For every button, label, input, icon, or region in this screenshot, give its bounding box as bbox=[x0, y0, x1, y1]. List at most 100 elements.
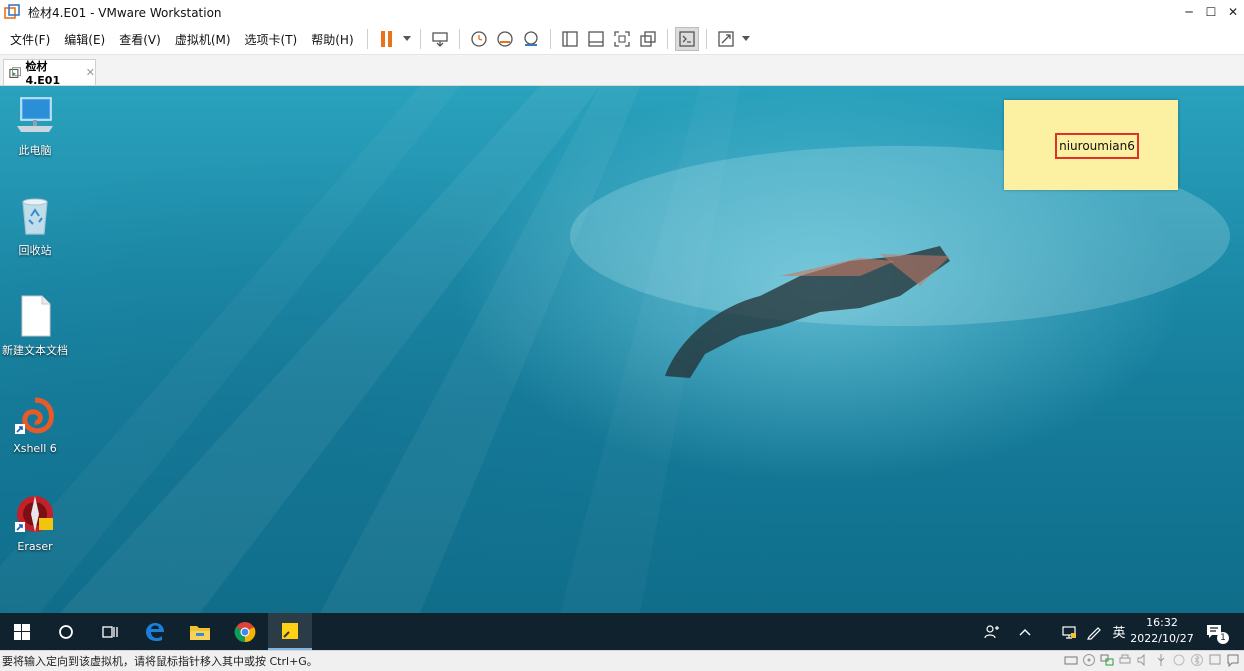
action-center-button[interactable]: 1 bbox=[1200, 613, 1230, 650]
cd-dvd-icon[interactable] bbox=[1082, 653, 1096, 667]
stretch-guest-button[interactable] bbox=[714, 27, 738, 51]
clock-date: 2022/10/27 bbox=[1130, 632, 1194, 645]
snapshot-manager-icon bbox=[523, 31, 538, 46]
vm-tab-icon bbox=[9, 66, 21, 78]
printer-icon[interactable] bbox=[1118, 653, 1132, 667]
display-icon[interactable] bbox=[1208, 653, 1222, 667]
send-ctrl-alt-del-button[interactable] bbox=[428, 27, 452, 51]
recycle-bin-icon bbox=[22, 198, 48, 235]
minimize-button[interactable]: ─ bbox=[1178, 0, 1200, 24]
thumbnail-bar-icon bbox=[587, 31, 604, 47]
pause-icon bbox=[380, 31, 392, 47]
taskbar-file-explorer[interactable] bbox=[178, 613, 222, 650]
library-panel-icon bbox=[561, 31, 578, 47]
file-explorer-icon bbox=[190, 625, 210, 640]
tab-close-icon[interactable]: ✕ bbox=[86, 66, 95, 79]
snapshot-clock-icon bbox=[470, 31, 487, 47]
chrome-icon bbox=[234, 621, 256, 642]
unity-button[interactable] bbox=[636, 27, 660, 51]
snapshot-button[interactable] bbox=[467, 27, 491, 51]
toolbar-separator bbox=[458, 29, 460, 49]
sound-card-icon[interactable] bbox=[1136, 653, 1150, 667]
console-icon bbox=[678, 31, 695, 47]
tray-ime-indicator[interactable]: 英 bbox=[1108, 613, 1130, 650]
unity-icon bbox=[639, 31, 656, 47]
guest-desktop[interactable]: 此电脑 回收站 新建文本文档 Xshell 6 Eraser niuroumia… bbox=[0, 86, 1244, 613]
tab-label: 检材4.E01 bbox=[25, 60, 61, 87]
chevron-up-icon bbox=[1019, 628, 1031, 635]
full-screen-button[interactable] bbox=[610, 27, 634, 51]
message-log-icon[interactable] bbox=[1226, 653, 1240, 668]
chevron-down-icon bbox=[402, 36, 411, 41]
people-icon bbox=[984, 624, 999, 638]
toolbar-separator bbox=[419, 29, 421, 49]
eraser-icon bbox=[15, 496, 53, 532]
tray-overflow-button[interactable] bbox=[1014, 613, 1036, 650]
status-message: 要将输入定向到该虚拟机，请将鼠标指针移入其中或按 Ctrl+G。 bbox=[2, 655, 318, 668]
desktop-icon-label: 此电脑 bbox=[18, 144, 52, 157]
bluetooth-icon[interactable] bbox=[1190, 653, 1204, 667]
network-adapter-icon[interactable] bbox=[1100, 653, 1114, 667]
desktop-icon-new-text-document[interactable]: 新建文本文档 bbox=[0, 294, 70, 358]
menu-vm[interactable]: 虚拟机(M) bbox=[168, 24, 238, 54]
hard-disk-icon[interactable] bbox=[1064, 653, 1078, 667]
toolbar-separator bbox=[666, 29, 668, 49]
pen-icon bbox=[1087, 626, 1101, 640]
camera-icon[interactable] bbox=[1172, 653, 1186, 667]
stretch-dropdown-button[interactable] bbox=[740, 27, 752, 51]
sticky-note-text[interactable]: niuroumian6 bbox=[1055, 133, 1139, 159]
tray-people-button[interactable] bbox=[980, 613, 1004, 650]
menu-view[interactable]: 查看(V) bbox=[112, 24, 168, 54]
desktop-icon-eraser[interactable]: Eraser bbox=[0, 492, 70, 553]
tray-clock[interactable]: 16:32 2022/10/27 bbox=[1128, 615, 1196, 649]
vm-tab-strip: 检材4.E01 ✕ bbox=[0, 55, 1244, 87]
maximize-button[interactable]: ☐ bbox=[1200, 0, 1222, 24]
desktop-icon-this-pc[interactable]: 此电脑 bbox=[0, 94, 70, 158]
xshell-icon bbox=[15, 397, 54, 434]
toolbar-separator bbox=[705, 29, 707, 49]
tray-pen-button[interactable] bbox=[1083, 613, 1105, 650]
pause-dropdown-button[interactable] bbox=[401, 27, 413, 51]
send-keys-icon bbox=[431, 32, 448, 47]
network-icon bbox=[1062, 625, 1076, 639]
computer-icon bbox=[17, 97, 53, 132]
desktop-icon-recycle-bin[interactable]: 回收站 bbox=[0, 194, 70, 258]
task-view-icon bbox=[102, 625, 118, 638]
menu-edit[interactable]: 编辑(E) bbox=[57, 24, 112, 54]
show-thumbnail-bar-button[interactable] bbox=[584, 27, 608, 51]
start-button[interactable] bbox=[0, 613, 44, 650]
device-status-icons bbox=[1060, 653, 1240, 668]
console-view-button[interactable] bbox=[674, 27, 699, 51]
tray-network-button[interactable] bbox=[1058, 613, 1080, 650]
search-icon bbox=[59, 624, 73, 639]
desktop-icon-xshell[interactable]: Xshell 6 bbox=[0, 394, 70, 455]
desktop-icon-label: Xshell 6 bbox=[13, 442, 57, 455]
desktop-icon-label: 回收站 bbox=[18, 244, 52, 257]
menu-help[interactable]: 帮助(H) bbox=[304, 24, 360, 54]
sticky-note[interactable]: niuroumian6 bbox=[1004, 100, 1178, 190]
taskbar-sticky-notes[interactable] bbox=[268, 613, 312, 650]
toolbar-separator bbox=[366, 29, 368, 49]
menu-tabs[interactable]: 选项卡(T) bbox=[238, 24, 305, 54]
taskbar-edge[interactable] bbox=[133, 613, 177, 650]
taskbar-chrome[interactable] bbox=[223, 613, 267, 650]
search-button[interactable] bbox=[44, 613, 88, 650]
pause-button[interactable] bbox=[375, 27, 399, 51]
guest-taskbar: 英 16:32 2022/10/27 1 bbox=[0, 613, 1244, 650]
revert-snapshot-button[interactable] bbox=[493, 27, 517, 51]
close-button[interactable]: ✕ bbox=[1222, 0, 1244, 24]
clock-time: 16:32 bbox=[1146, 616, 1178, 629]
stretch-icon bbox=[717, 31, 734, 47]
tab-vm[interactable]: 检材4.E01 ✕ bbox=[3, 59, 96, 87]
show-library-button[interactable] bbox=[558, 27, 582, 51]
window-controls: ─ ☐ ✕ bbox=[1178, 0, 1244, 24]
sticky-notes-icon bbox=[282, 622, 298, 639]
toolbar-separator bbox=[549, 29, 551, 49]
edge-icon bbox=[146, 622, 164, 641]
notification-count-badge: 1 bbox=[1217, 632, 1229, 644]
full-screen-icon bbox=[613, 31, 630, 47]
menu-file[interactable]: 文件(F) bbox=[3, 24, 57, 54]
snapshot-manager-button[interactable] bbox=[519, 27, 543, 51]
usb-icon[interactable] bbox=[1154, 653, 1168, 667]
task-view-button[interactable] bbox=[88, 613, 132, 650]
